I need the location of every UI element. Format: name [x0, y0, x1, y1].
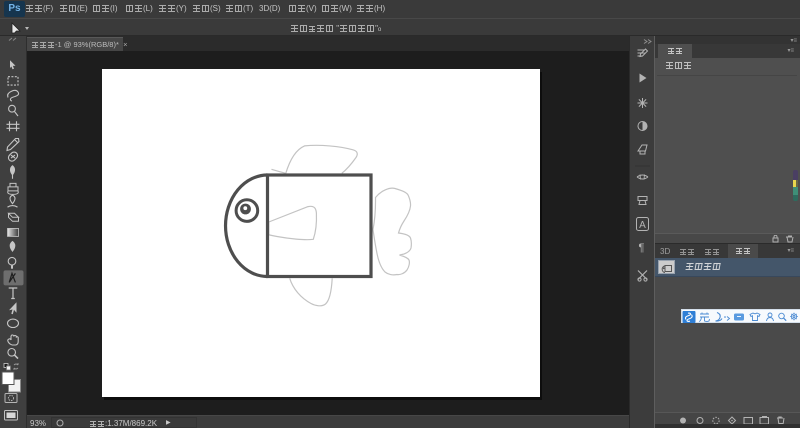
svg-text:A: A	[639, 220, 646, 231]
svg-text:¶: ¶	[639, 242, 645, 254]
